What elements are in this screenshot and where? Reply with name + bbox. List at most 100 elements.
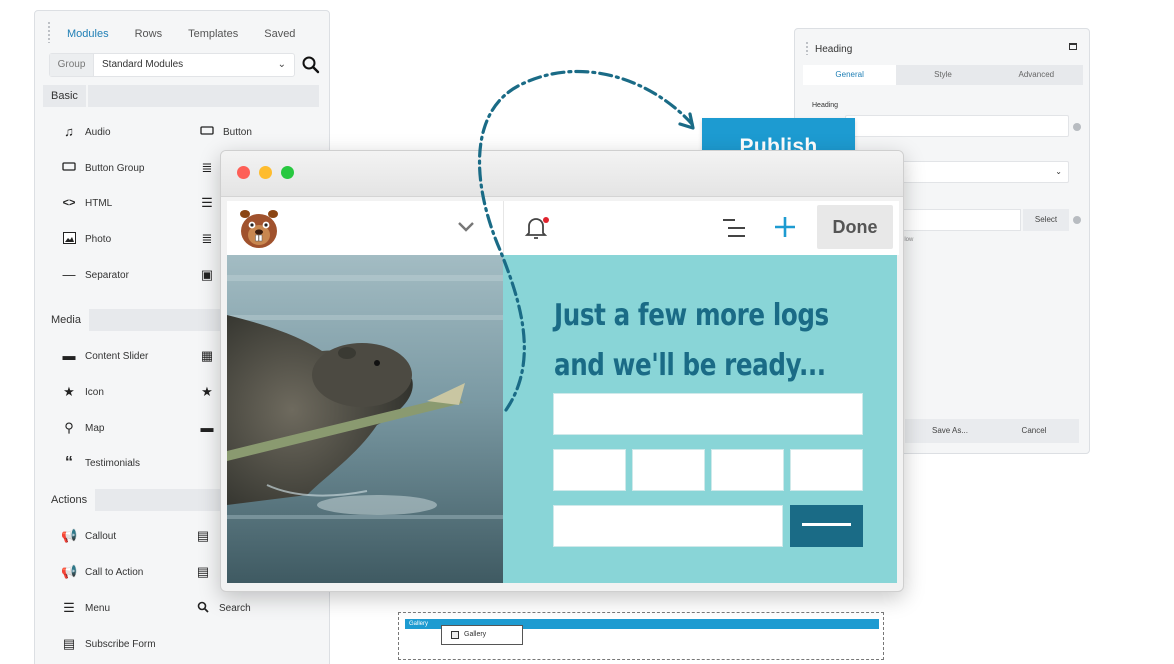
close-window-button[interactable] xyxy=(237,166,250,179)
video-icon: ▣ xyxy=(200,267,214,282)
list-icon: ☰ xyxy=(201,195,213,210)
gallery-chip-label: Gallery xyxy=(464,631,487,638)
module-photo[interactable]: Photo xyxy=(61,231,111,247)
button-icon xyxy=(61,161,77,175)
text-lines-icon: ≣ xyxy=(201,231,213,246)
module-call-to-action[interactable]: 📢 Call to Action xyxy=(61,564,143,580)
code-icon: <> xyxy=(62,197,76,209)
slider-icon: ▬ xyxy=(200,420,214,435)
module-html[interactable]: <> HTML xyxy=(61,195,113,211)
module-video-partial[interactable]: ▣ xyxy=(199,267,215,283)
star-icon: ★ xyxy=(201,384,213,399)
heading-tag-select[interactable]: ⌄ xyxy=(895,161,1069,183)
chevron-down-icon: ⌄ xyxy=(277,59,286,70)
form-field-small[interactable] xyxy=(790,449,863,491)
form-field-small[interactable] xyxy=(632,449,705,491)
module-slider-partial[interactable]: ▬ xyxy=(199,420,215,436)
minimize-window-button[interactable] xyxy=(259,166,272,179)
module-text2-partial[interactable]: ≣ xyxy=(199,231,215,247)
cancel-button[interactable]: Cancel xyxy=(989,419,1079,443)
form-field-small[interactable] xyxy=(553,449,626,491)
button-icon xyxy=(199,125,215,139)
module-subscribe-form[interactable]: ▤ Subscribe Form xyxy=(61,636,156,652)
module-label: Content Slider xyxy=(85,350,149,362)
tab-style[interactable]: Style xyxy=(896,65,989,85)
heading-input[interactable] xyxy=(845,115,1069,137)
gallery-icon: ▦ xyxy=(200,348,214,363)
module-label: Callout xyxy=(85,530,117,542)
builder-toolbar: Done xyxy=(227,201,899,255)
search-button[interactable] xyxy=(301,55,321,75)
form-submit-button[interactable] xyxy=(790,505,863,547)
module-label: Menu xyxy=(85,602,111,614)
tab-modules[interactable]: Modules xyxy=(57,27,119,41)
module-map[interactable]: ⚲ Map xyxy=(61,420,104,436)
done-button[interactable]: Done xyxy=(817,205,893,249)
module-label: Subscribe Form xyxy=(85,638,156,650)
map-pin-icon: ⚲ xyxy=(64,420,74,435)
group-select[interactable]: Standard Modules ⌄ xyxy=(94,54,294,76)
gear-icon[interactable] xyxy=(1073,123,1081,131)
gear-icon[interactable] xyxy=(1073,216,1081,224)
module-callout[interactable]: 📢 Callout xyxy=(61,528,116,544)
minimize-icon[interactable] xyxy=(1069,43,1077,50)
module-label: Search xyxy=(219,602,251,614)
module-menu[interactable]: ☰ Menu xyxy=(61,600,110,616)
module-gallery-partial[interactable]: ▦ xyxy=(199,348,215,364)
module-icon[interactable]: ★ Icon xyxy=(61,384,104,400)
link-select-button[interactable]: Select xyxy=(1023,209,1069,231)
plus-icon[interactable] xyxy=(773,215,797,239)
maximize-window-button[interactable] xyxy=(281,166,294,179)
bell-icon[interactable] xyxy=(523,213,551,243)
window-titlebar xyxy=(221,151,903,197)
drag-handle[interactable] xyxy=(47,21,51,43)
module-list-partial[interactable]: ☰ xyxy=(199,195,215,211)
settings-title: Heading xyxy=(815,44,853,55)
module-testimonials[interactable]: “ Testimonials xyxy=(61,455,140,471)
gallery-module-chip[interactable]: Gallery xyxy=(441,625,523,645)
module-button[interactable]: Button xyxy=(199,124,252,140)
gallery-drop-zone: Gallery Gallery xyxy=(398,612,884,660)
module-table2-partial[interactable]: ▤ xyxy=(195,564,211,580)
beaver-logo-icon[interactable] xyxy=(235,205,283,251)
page-canvas: Just a few more logs and we'll be ready.… xyxy=(227,255,897,583)
module-label: Button Group xyxy=(85,162,145,174)
outline-list-icon[interactable] xyxy=(721,217,747,239)
headline-line-1: Just a few more logs xyxy=(554,298,829,333)
megaphone-icon: 📢 xyxy=(61,528,78,543)
table-icon: ▤ xyxy=(62,636,76,651)
tab-rows[interactable]: Rows xyxy=(125,27,173,41)
chevron-down-icon[interactable] xyxy=(457,221,475,233)
gallery-icon xyxy=(451,631,459,639)
settings-tabs: General Style Advanced xyxy=(803,65,1083,85)
megaphone-icon: 📢 xyxy=(61,564,78,579)
module-separator[interactable]: — Separator xyxy=(61,267,129,283)
text-lines-icon: ≣ xyxy=(201,160,213,175)
group-select-value: Standard Modules xyxy=(102,59,184,70)
form-field-email[interactable] xyxy=(553,505,783,547)
module-audio[interactable]: ♫ Audio xyxy=(61,124,111,140)
tab-templates[interactable]: Templates xyxy=(178,27,248,41)
modules-tabs: Modules Rows Templates Saved xyxy=(57,27,305,41)
tab-advanced[interactable]: Advanced xyxy=(990,65,1083,85)
save-as-button[interactable]: Save As... xyxy=(905,419,995,443)
form-field-wide[interactable] xyxy=(553,393,863,435)
section-basic-label: Basic xyxy=(43,85,86,107)
module-content-slider[interactable]: ▬ Content Slider xyxy=(61,348,149,364)
tab-general[interactable]: General xyxy=(803,65,897,85)
quote-icon: “ xyxy=(65,454,73,471)
link-input[interactable] xyxy=(895,209,1021,231)
module-search[interactable]: Search xyxy=(195,600,251,616)
browser-window: Done Just a few more logs and we'll be r… xyxy=(220,150,904,592)
module-label: Icon xyxy=(85,386,104,398)
module-table-partial[interactable]: ▤ xyxy=(195,528,211,544)
drag-handle[interactable] xyxy=(805,41,809,55)
form-field-small[interactable] xyxy=(711,449,784,491)
module-label: Audio xyxy=(85,126,111,138)
module-button-group[interactable]: Button Group xyxy=(61,160,144,176)
module-star-partial[interactable]: ★ xyxy=(199,384,215,400)
section-basic: Basic xyxy=(43,85,319,107)
tab-saved[interactable]: Saved xyxy=(254,27,305,41)
hero-headline: Just a few more logs and we'll be ready.… xyxy=(554,291,829,391)
module-text-partial[interactable]: ≣ xyxy=(199,160,215,176)
